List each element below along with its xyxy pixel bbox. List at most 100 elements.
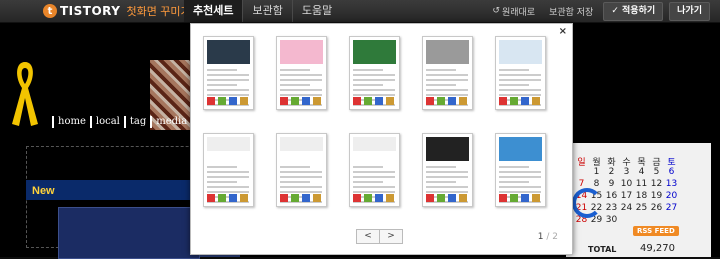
calendar-day[interactable]: 18 bbox=[634, 191, 649, 201]
template-photo bbox=[459, 194, 467, 202]
template-text-line bbox=[353, 186, 395, 188]
template-preview-image bbox=[499, 137, 542, 161]
calendar-day[interactable]: 20 bbox=[664, 191, 679, 201]
template-text-line bbox=[499, 89, 541, 91]
calendar-day[interactable]: 3 bbox=[619, 167, 634, 177]
template-photo bbox=[291, 97, 299, 105]
template-photo bbox=[375, 194, 383, 202]
tab-recommended-set[interactable]: 추천세트 bbox=[184, 0, 244, 22]
new-label: New bbox=[32, 185, 55, 197]
page-indicator: 1 / 2 bbox=[538, 232, 558, 242]
template-photo bbox=[532, 194, 540, 202]
template-text-line bbox=[426, 181, 456, 183]
calendar-day[interactable]: 19 bbox=[649, 191, 664, 201]
template-text-line bbox=[499, 79, 541, 81]
template-text-line bbox=[426, 176, 468, 178]
calendar-day[interactable]: 30 bbox=[604, 215, 619, 225]
template-photo bbox=[364, 194, 372, 202]
template-text-line bbox=[426, 191, 468, 193]
template-thumbnail[interactable] bbox=[203, 133, 254, 207]
calendar-day[interactable]: 25 bbox=[634, 203, 649, 213]
apply-button[interactable]: ✓ 적용하기 bbox=[603, 1, 664, 21]
prev-page-button[interactable]: < bbox=[356, 229, 380, 244]
restore-button[interactable]: ↺ 원래대로 bbox=[488, 5, 539, 18]
next-page-button[interactable]: > bbox=[380, 229, 403, 244]
template-text-line bbox=[499, 186, 541, 188]
template-thumbnail[interactable] bbox=[203, 36, 254, 110]
template-preview-image bbox=[207, 137, 250, 151]
template-text-line bbox=[426, 84, 456, 86]
template-preview-image bbox=[280, 40, 323, 64]
template-thumbnail[interactable] bbox=[349, 133, 400, 207]
template-thumbnail[interactable] bbox=[495, 36, 546, 110]
tab-storage[interactable]: 보관함 bbox=[243, 0, 293, 22]
template-text-line bbox=[280, 166, 310, 168]
calendar-day[interactable]: 16 bbox=[604, 191, 619, 201]
rss-feed-button[interactable]: RSS FEED bbox=[633, 226, 679, 236]
template-text-line bbox=[353, 84, 383, 86]
calendar-day[interactable]: 26 bbox=[649, 203, 664, 213]
template-text-line bbox=[426, 186, 468, 188]
nav-tag[interactable]: tag bbox=[123, 116, 150, 128]
template-thumbnail[interactable] bbox=[422, 36, 473, 110]
right-tools: ↺ 원래대로 보관함 저장 ✓ 적용하기 나가기 bbox=[488, 1, 710, 21]
exit-button[interactable]: 나가기 bbox=[669, 1, 710, 21]
tab-help[interactable]: 도움말 bbox=[293, 0, 341, 22]
nav-local[interactable]: local bbox=[89, 116, 124, 128]
calendar-day[interactable]: 13 bbox=[664, 179, 679, 189]
nav-media[interactable]: media bbox=[150, 116, 191, 128]
calendar-day[interactable]: 9 bbox=[604, 179, 619, 189]
tistory-logo-icon: t bbox=[43, 4, 57, 18]
template-thumbnail[interactable] bbox=[276, 133, 327, 207]
nav-home[interactable]: home bbox=[52, 116, 90, 128]
template-preview-image bbox=[426, 40, 469, 64]
template-text-line bbox=[280, 186, 322, 188]
template-text-line bbox=[499, 176, 541, 178]
calendar-day[interactable]: 23 bbox=[604, 203, 619, 213]
calendar-day[interactable]: 4 bbox=[634, 167, 649, 177]
template-text-line bbox=[207, 171, 249, 173]
template-preview-image bbox=[207, 40, 250, 64]
template-text-line bbox=[353, 89, 395, 91]
post-thumbnail[interactable] bbox=[58, 207, 200, 259]
template-photo bbox=[375, 97, 383, 105]
calendar-day[interactable]: 1 bbox=[589, 167, 604, 177]
template-photo bbox=[364, 97, 372, 105]
template-text-line bbox=[280, 171, 322, 173]
calendar-day[interactable]: 10 bbox=[619, 179, 634, 189]
calendar-day[interactable]: 2 bbox=[604, 167, 619, 177]
template-text-line bbox=[499, 94, 541, 96]
save-to-storage-button[interactable]: 보관함 저장 bbox=[545, 5, 597, 18]
calendar-day[interactable] bbox=[574, 167, 589, 177]
template-thumbnail[interactable] bbox=[422, 133, 473, 207]
calendar-day[interactable]: 17 bbox=[619, 191, 634, 201]
template-photo bbox=[353, 194, 361, 202]
template-text-line bbox=[280, 79, 322, 81]
calendar-day[interactable]: 6 bbox=[664, 167, 679, 177]
tistory-logo[interactable]: t TISTORY 첫화면 꾸미기 bbox=[43, 2, 191, 20]
template-preview-image bbox=[280, 137, 323, 151]
template-thumbnail[interactable] bbox=[495, 133, 546, 207]
template-thumbnail[interactable] bbox=[276, 36, 327, 110]
template-photo bbox=[313, 194, 321, 202]
calendar-day[interactable]: 27 bbox=[664, 203, 679, 213]
calendar-day[interactable]: 8 bbox=[589, 179, 604, 189]
logo-text: TISTORY bbox=[60, 4, 121, 18]
template-thumbnail[interactable] bbox=[349, 36, 400, 110]
template-photo bbox=[280, 97, 288, 105]
template-text-line bbox=[353, 171, 395, 173]
template-text-line bbox=[499, 191, 541, 193]
template-text-line bbox=[499, 166, 529, 168]
template-photo bbox=[240, 194, 248, 202]
template-photo bbox=[437, 194, 445, 202]
calendar-day[interactable]: 12 bbox=[649, 179, 664, 189]
calendar-day[interactable]: 24 bbox=[619, 203, 634, 213]
template-photo bbox=[291, 194, 299, 202]
template-text-line bbox=[207, 166, 237, 168]
calendar-day[interactable]: 5 bbox=[649, 167, 664, 177]
template-text-line bbox=[353, 176, 395, 178]
calendar-day[interactable]: 11 bbox=[634, 179, 649, 189]
template-text-line bbox=[207, 79, 249, 81]
close-icon[interactable]: × bbox=[559, 26, 567, 37]
template-photo bbox=[386, 97, 394, 105]
